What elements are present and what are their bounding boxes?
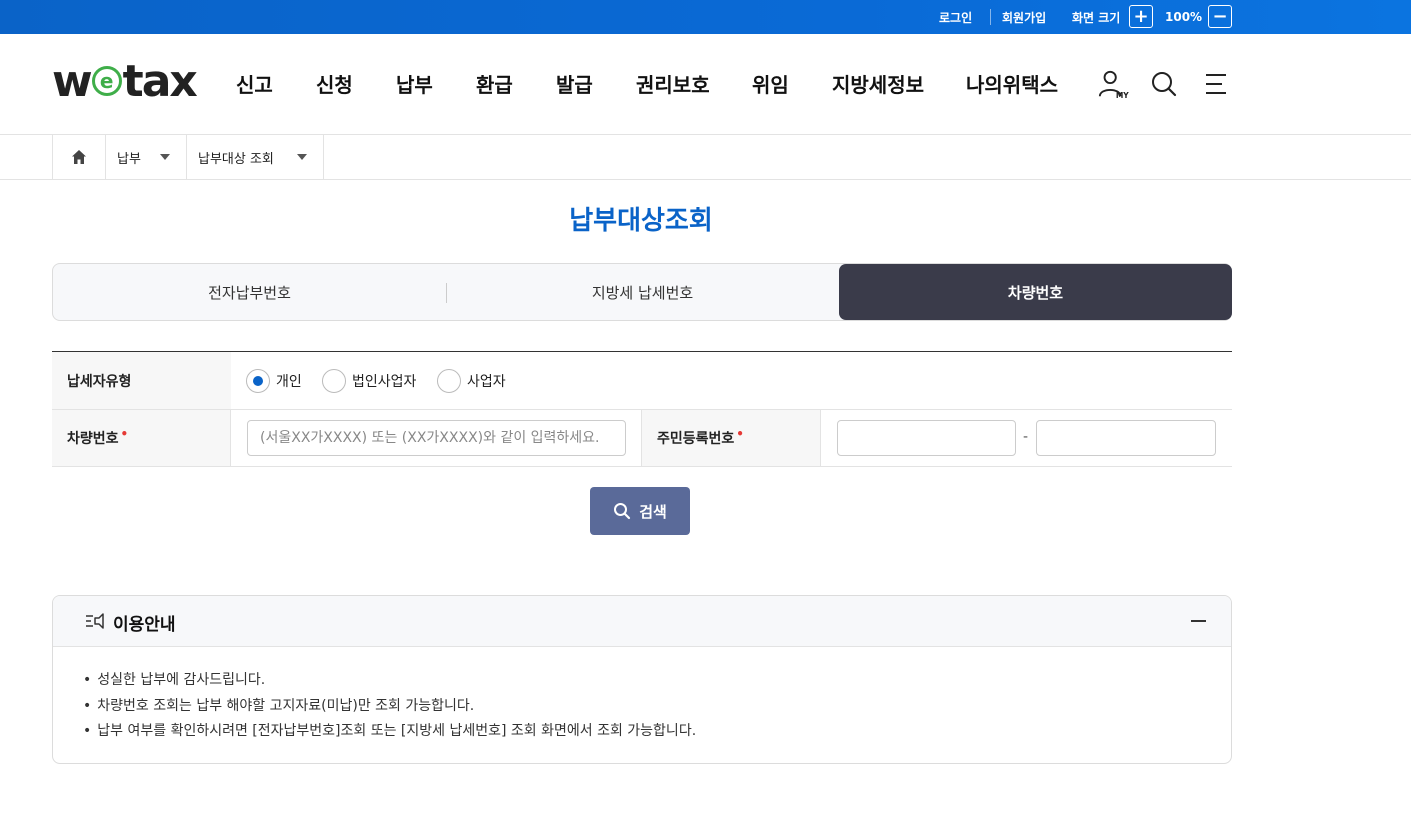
rrn-label: 주민등록번호 [657, 431, 735, 447]
radio-corporation[interactable]: 법인사업자 [322, 369, 416, 393]
required-mark: • [736, 427, 744, 441]
nav-item-pay[interactable]: 납부 [396, 68, 433, 98]
taxpayer-type-label: 납세자유형 [52, 352, 231, 409]
zoom-label: 화면 크기 [1072, 10, 1121, 25]
nav-item-refund[interactable]: 환급 [476, 68, 513, 98]
radio-individual[interactable]: 개인 [246, 369, 302, 393]
nav-item-delegate[interactable]: 위임 [752, 68, 789, 98]
breadcrumb-level2[interactable]: 납부대상 조회 [187, 135, 324, 179]
menu-button[interactable] [1200, 68, 1232, 100]
zoom-in-button[interactable]: + [1129, 5, 1153, 28]
wetax-logo[interactable]: w e tax [52, 55, 198, 107]
logo-w: w [52, 55, 93, 107]
list-item: 차량번호 조회는 납부 해야할 고지자료(미납)만 조회 가능합니다. [83, 694, 696, 720]
radio-circle [437, 369, 461, 393]
radio-corporation-label: 법인사업자 [352, 374, 417, 390]
search-submit-label: 검색 [639, 502, 667, 521]
nav-item-my-wetax[interactable]: 나의위택스 [966, 68, 1058, 98]
search-button[interactable] [1148, 68, 1180, 100]
caret-down-icon [160, 154, 170, 160]
list-item: 성실한 납부에 감사드립니다. [83, 668, 696, 694]
plus-icon: + [1133, 5, 1149, 27]
usage-guide: 이용안내 성실한 납부에 감사드립니다. 차량번호 조회는 납부 해야할 고지자… [52, 595, 1232, 764]
vehicle-number-label-cell: 차량번호 • [52, 410, 231, 466]
breadcrumb: 납부 납부대상 조회 [0, 135, 1411, 180]
usage-guide-list: 성실한 납부에 감사드립니다. 차량번호 조회는 납부 해야할 고지자료(미납)… [83, 668, 696, 745]
tab-electronic-payment-number[interactable]: 전자납부번호 [53, 264, 446, 320]
radio-circle-selected [246, 369, 270, 393]
required-mark: • [120, 427, 129, 441]
usage-guide-header[interactable]: 이용안내 [53, 596, 1231, 647]
rrn-label-cell: 주민등록번호 • [641, 410, 821, 466]
form-row-vehicle: 차량번호• 주민등록번호• - [52, 410, 1232, 467]
radio-business[interactable]: 사업자 [437, 369, 506, 393]
utility-bar: 로그인 회원가입 화면 크기 + 100% − [0, 0, 1411, 34]
breadcrumb-level1-label: 납부 [117, 151, 141, 167]
nav-item-rights[interactable]: 권리보호 [636, 68, 710, 98]
radio-circle [322, 369, 346, 393]
rrn-front-input[interactable] [837, 420, 1016, 456]
collapse-minus-icon[interactable] [1191, 620, 1206, 622]
zoom-value: 100% [1165, 10, 1203, 24]
logo-e-ring: e [91, 66, 122, 96]
utility-divider [990, 9, 991, 25]
join-link[interactable]: 회원가입 [1002, 0, 1046, 34]
breadcrumb-level1[interactable]: 납부 [106, 135, 187, 179]
header: w e tax 신고 신청 납부 환급 발급 권리보호 위임 지방세정보 나의위택스… [0, 34, 1411, 135]
page-title: 납부대상조회 [569, 206, 713, 236]
user-icon: MY [1098, 70, 1129, 100]
breadcrumb-home[interactable] [52, 135, 106, 179]
rrn-back-input[interactable] [1036, 420, 1216, 456]
usage-guide-title: 이용안내 [113, 615, 176, 635]
hamburger-menu-icon [1206, 74, 1226, 94]
radio-business-label: 사업자 [467, 374, 506, 390]
radio-individual-label: 개인 [276, 374, 302, 390]
nav-item-apply[interactable]: 신청 [316, 68, 353, 98]
my-icon-label: MY [1116, 91, 1129, 100]
guide-notice-icon [86, 613, 104, 629]
search-type-tabs: 전자납부번호 지방세 납세번호 차량번호 [52, 263, 1232, 321]
breadcrumb-level2-label: 납부대상 조회 [198, 151, 274, 167]
form-row-taxpayer-type: 납세자유형 개인 법인사업자 사업자 [52, 352, 1232, 410]
search-form: 납세자유형 개인 법인사업자 사업자 차량번호• 주민등록번호• - [52, 351, 1232, 467]
nav-item-issue[interactable]: 발급 [556, 68, 593, 98]
vehicle-number-label: 차량번호 [67, 431, 119, 447]
vehicle-number-input[interactable] [247, 420, 626, 456]
logo-tax: tax [122, 55, 198, 107]
nav-item-local-tax-info[interactable]: 지방세정보 [832, 68, 924, 98]
zoom-out-button[interactable]: − [1208, 5, 1232, 28]
minus-icon: − [1212, 5, 1228, 27]
tab-local-tax-number[interactable]: 지방세 납세번호 [446, 264, 839, 320]
list-item: 납부 여부를 확인하시려면 [전자납부번호]조회 또는 [지방세 납세번호] 조… [83, 719, 696, 745]
rrn-separator: - [1023, 429, 1029, 445]
tab-vehicle-number[interactable]: 차량번호 [839, 264, 1232, 320]
nav-item-report[interactable]: 신고 [236, 68, 273, 98]
caret-down-icon [297, 154, 307, 160]
my-page-button[interactable]: MY [1097, 68, 1129, 100]
search-icon [1152, 72, 1177, 97]
login-link[interactable]: 로그인 [939, 0, 972, 34]
home-icon [72, 150, 86, 164]
search-submit-button[interactable]: 검색 [590, 487, 690, 535]
search-icon [614, 503, 631, 520]
